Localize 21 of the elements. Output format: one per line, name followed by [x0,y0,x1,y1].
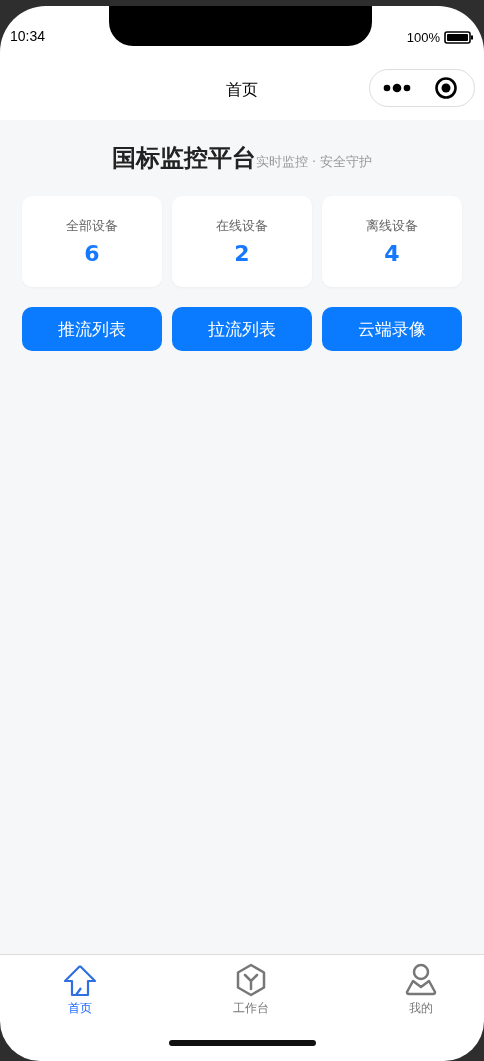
action-button[interactable]: 拉流列表 [172,307,312,351]
battery-percent: 100% [406,30,440,45]
page-title: 首页 [226,79,258,101]
tab-item[interactable]: 首页 [57,957,103,1036]
stat-value: 6 [84,241,100,266]
stat-value: 4 [384,241,400,266]
status-time: 10:34 [10,28,46,44]
stat-value: 2 [234,241,250,266]
battery-icon [444,31,474,44]
platform-title: 国标监控平台 [111,143,256,174]
stat-label: 全部设备 [66,217,118,235]
close-icon[interactable] [434,76,458,100]
tab-item[interactable]: 我的 [398,957,444,1036]
stat-label: 离线设备 [366,217,418,235]
platform-subtitle: 实时监控 · 安全守护 [255,154,373,169]
user-icon [403,962,439,998]
stat-label: 在线设备 [216,217,268,235]
action-button[interactable]: 云端录像 [322,307,462,351]
action-button[interactable]: 推流列表 [22,307,162,351]
tab-item[interactable]: 工作台 [227,957,274,1036]
home-icon [62,962,98,998]
